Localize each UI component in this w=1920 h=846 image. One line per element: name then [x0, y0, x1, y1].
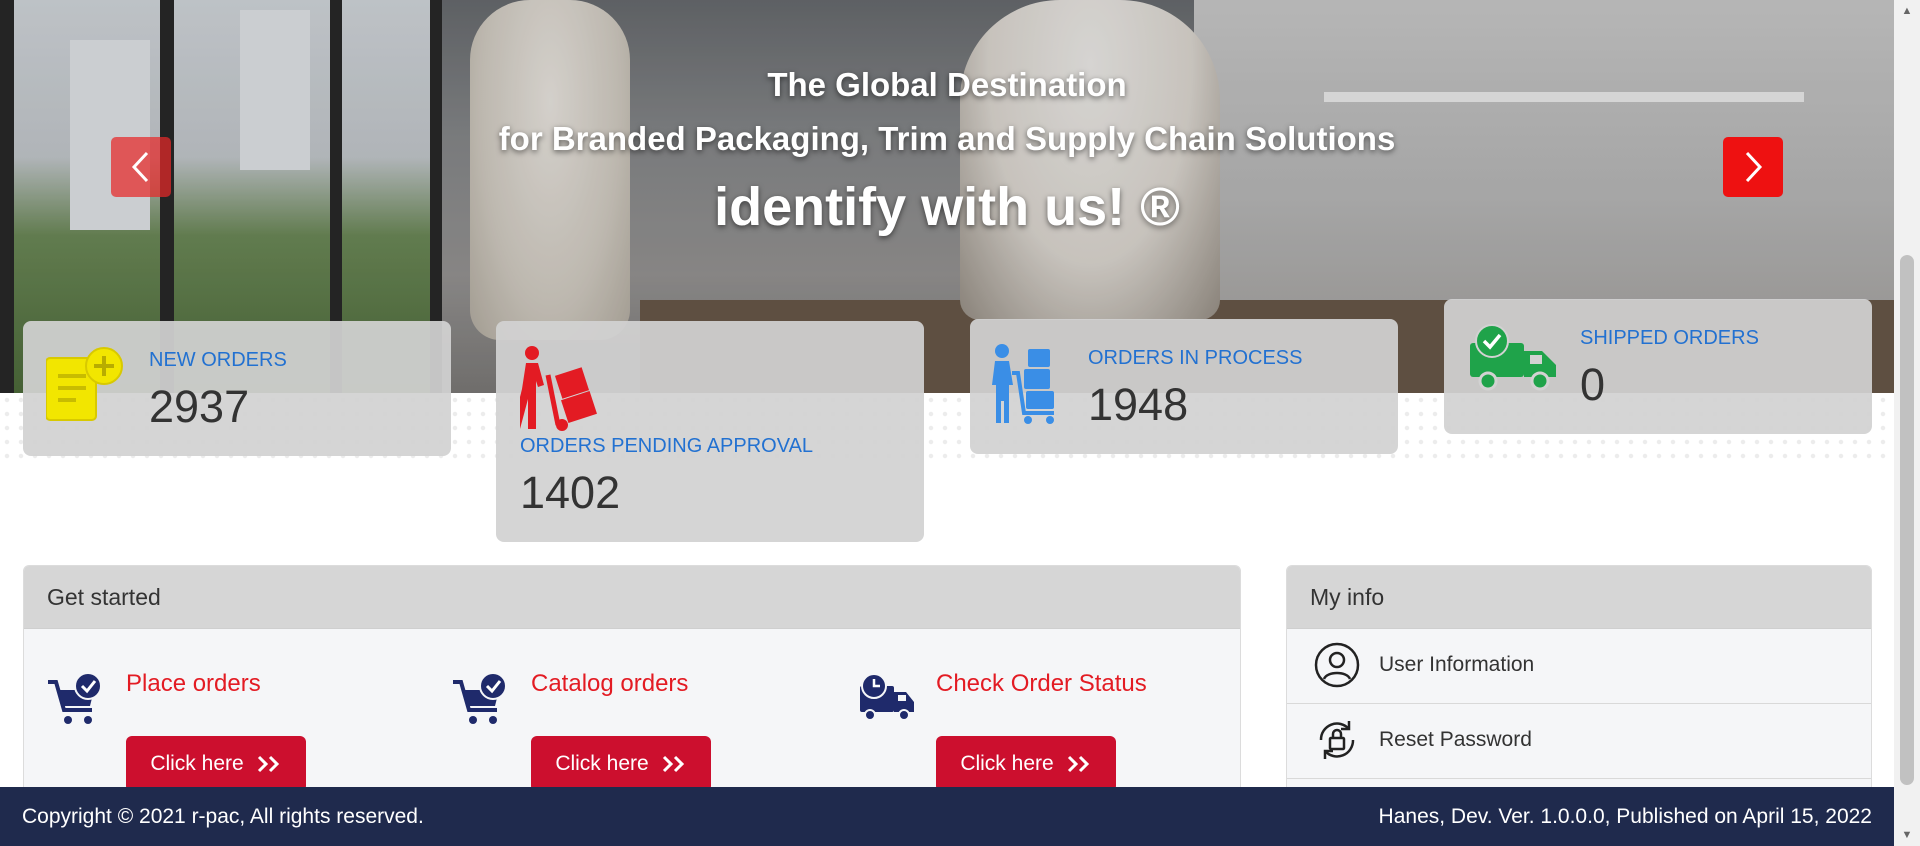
double-chevron-right-icon [662, 755, 684, 773]
double-chevron-right-icon [1067, 755, 1089, 773]
reset-password-icon [1319, 721, 1355, 759]
place-orders-title: Place orders [126, 670, 261, 697]
hand-truck-icon [520, 346, 597, 431]
button-label: Click here [150, 752, 244, 775]
stat-value: 1948 [1088, 379, 1189, 430]
delivery-truck-check-icon [1470, 324, 1556, 391]
panel-title: My info [1287, 566, 1871, 629]
vertical-scrollbar[interactable]: ▲ ▼ [1894, 0, 1920, 846]
hero-tagline: identify with us! ® [714, 177, 1180, 237]
cart-check-icon [48, 672, 102, 724]
stat-card-new-orders[interactable]: NEW ORDERS 2937 [23, 321, 451, 456]
stat-label: ORDERS IN PROCESS [1088, 347, 1303, 369]
stat-card-shipped-orders[interactable]: SHIPPED ORDERS 0 [1444, 299, 1872, 434]
new-document-icon [46, 347, 123, 421]
footer-copyright: Copyright © 2021 r-pac, All rights reser… [22, 804, 424, 828]
reset-password-link[interactable]: Reset Password [1287, 704, 1871, 779]
page-footer: Copyright © 2021 r-pac, All rights reser… [0, 787, 1894, 846]
stat-card-orders-pending-approval[interactable]: ORDERS PENDING APPROVAL 1402 [496, 321, 924, 542]
stat-value: 0 [1580, 359, 1606, 410]
stat-card-orders-in-process[interactable]: ORDERS IN PROCESS 1948 [970, 319, 1398, 454]
user-information-link[interactable]: User Information [1287, 629, 1871, 704]
scroll-up-arrow-icon[interactable]: ▲ [1894, 0, 1920, 22]
footer-version: Hanes, Dev. Ver. 1.0.0.0, Published on A… [1378, 804, 1872, 828]
place-orders-button[interactable]: Click here [126, 736, 306, 792]
button-label: Click here [555, 752, 649, 775]
info-row-label: Reset Password [1379, 728, 1532, 751]
scroll-down-arrow-icon[interactable]: ▼ [1894, 824, 1920, 846]
catalog-orders-button[interactable]: Click here [531, 736, 711, 792]
hero-headline: The Global Destination [767, 66, 1127, 103]
stat-label: SHIPPED ORDERS [1580, 327, 1759, 349]
cart-boxes-icon [992, 344, 1054, 424]
scrollbar-thumb[interactable] [1900, 255, 1914, 785]
carousel-prev-button[interactable] [111, 137, 171, 197]
button-label: Click here [960, 752, 1054, 775]
stat-label: ORDERS PENDING APPROVAL [520, 435, 814, 457]
cart-check-icon [453, 672, 507, 724]
double-chevron-right-icon [257, 755, 279, 773]
panel-title: Get started [24, 566, 1240, 629]
check-order-status-title: Check Order Status [936, 670, 1147, 697]
stat-label: NEW ORDERS [149, 349, 287, 371]
hero-subheadline: for Branded Packaging, Trim and Supply C… [498, 120, 1396, 157]
user-circle-icon [1314, 642, 1360, 688]
my-info-panel: My info User Information Reset Password … [1286, 565, 1872, 805]
info-row-label: User Information [1379, 653, 1535, 676]
get-started-panel: Get started Place orders Click here Cata… [23, 565, 1241, 805]
catalog-orders-title: Catalog orders [531, 670, 689, 697]
check-order-status-button[interactable]: Click here [936, 736, 1116, 792]
stat-value: 2937 [149, 381, 250, 432]
carousel-next-button[interactable] [1723, 137, 1783, 197]
delivery-truck-clock-icon [860, 673, 914, 721]
chevron-right-icon [1745, 151, 1763, 183]
chevron-left-icon [131, 151, 149, 183]
stat-value: 1402 [520, 467, 621, 518]
